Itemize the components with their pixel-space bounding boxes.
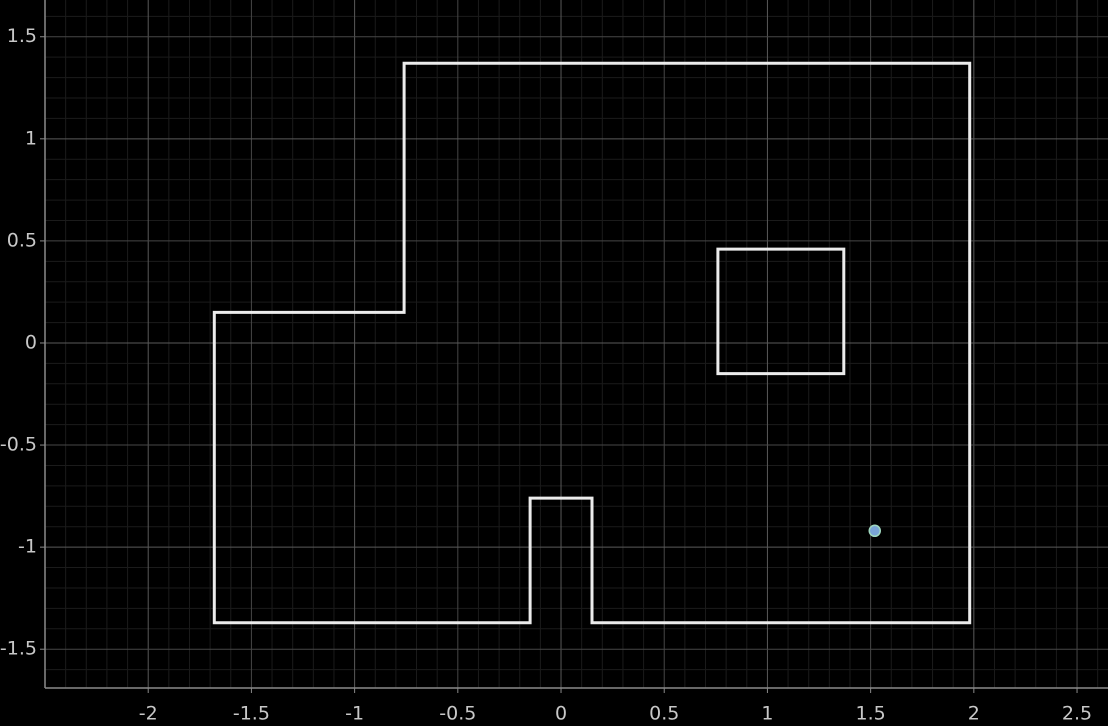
y-tick-label: 1.5: [7, 25, 37, 47]
x-tick-label: 1.5: [856, 703, 886, 725]
y-tick-label: -1.5: [0, 638, 37, 660]
x-tick-label: -1: [345, 703, 364, 725]
points-layer: [868, 524, 882, 538]
x-tick-label: 2: [968, 703, 980, 725]
plot-canvas[interactable]: -2 -1.5 -1 -0.5 0 0.5 1 1.5 2 2.5 1.5 1 0.5 0 -0.5 -1 -…: [0, 0, 1108, 726]
x-tick-label: 1: [761, 703, 773, 725]
x-tick-label: 2.5: [1062, 703, 1092, 725]
x-tick-label: -2: [139, 703, 158, 725]
data-point[interactable]: [868, 524, 882, 538]
x-tick-label: -1.5: [233, 703, 270, 725]
y-tick-label: 1: [25, 127, 37, 149]
y-tick-label: -1: [18, 536, 37, 558]
y-tick-label: -0.5: [0, 434, 37, 456]
x-tick-label: -0.5: [439, 703, 476, 725]
y-tick-label: 0: [25, 331, 37, 353]
x-tick-label: 0.5: [649, 703, 679, 725]
x-tick-label: 0: [555, 703, 567, 725]
y-tick-label: 0.5: [7, 229, 37, 251]
